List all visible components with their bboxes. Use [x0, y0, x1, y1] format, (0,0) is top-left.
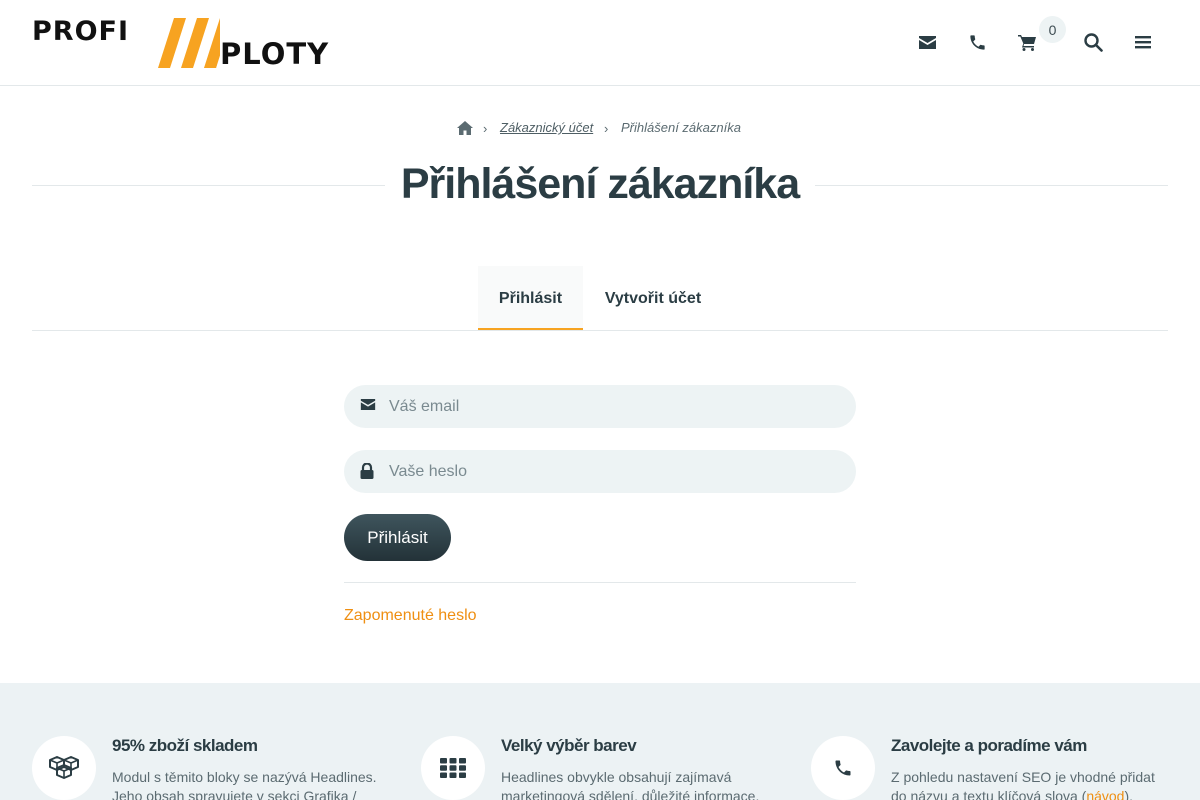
headline-text: Headlines obvykle obsahují zajímavá mark…	[501, 769, 760, 800]
headline-title: Zavolejte a poradíme vám	[891, 736, 1087, 755]
headline-title: 95% zboží skladem	[112, 736, 258, 755]
email-input[interactable]	[389, 385, 839, 428]
cart-icon[interactable]	[1015, 30, 1039, 54]
envelope-icon[interactable]	[915, 30, 939, 54]
site-logo[interactable]: PROFI PLOTY	[32, 16, 352, 71]
site-header: PROFI PLOTY 0	[0, 0, 1200, 86]
headline-text: Z pohledu nastavení SEO je vhodné přidat…	[891, 768, 1171, 800]
headline-text-part: ).	[1124, 788, 1134, 800]
forgot-password-link[interactable]: Zapomenuté heslo	[344, 607, 477, 625]
breadcrumb: › Zákaznický účet › Přihlášení zákazníka	[0, 118, 1200, 140]
boxes-icon	[32, 736, 96, 800]
headline-title: Velký výběr barev	[501, 736, 637, 755]
breadcrumb-separator: ›	[483, 121, 488, 136]
tabs-divider	[32, 330, 1168, 331]
guide-link[interactable]: návod	[1086, 788, 1124, 800]
headline-text: Modul s těmito bloky se nazývá Headlines…	[112, 769, 377, 800]
headlines-section: 95% zboží skladem Modul s těmito bloky s…	[0, 683, 1200, 800]
phone-icon[interactable]	[965, 30, 989, 54]
logo-word-ploty: PLOTY	[220, 37, 330, 71]
phone-icon	[811, 736, 875, 800]
search-icon[interactable]	[1081, 30, 1105, 54]
menu-icon[interactable]	[1131, 30, 1155, 54]
lock-icon	[360, 462, 377, 480]
logo-slashes	[158, 18, 220, 68]
password-input[interactable]	[389, 450, 839, 493]
grid-icon	[421, 736, 485, 800]
breadcrumb-current: Přihlášení zákazníka	[621, 120, 741, 135]
password-field[interactable]	[344, 450, 856, 493]
login-button[interactable]: Přihlásit	[344, 514, 451, 561]
tab-login[interactable]: Přihlásit	[478, 266, 583, 331]
breadcrumb-link-account[interactable]: Zákaznický účet	[500, 120, 593, 135]
tab-create-account[interactable]: Vytvořit účet	[590, 266, 716, 331]
cart-count-badge[interactable]: 0	[1039, 16, 1066, 43]
email-field[interactable]	[344, 385, 856, 428]
page-title: Přihlášení zákazníka	[400, 160, 800, 208]
form-divider	[344, 582, 856, 583]
breadcrumb-separator: ›	[604, 121, 609, 136]
logo-word-profi: PROFI	[32, 16, 130, 47]
home-icon[interactable]	[457, 121, 473, 140]
envelope-icon	[360, 398, 377, 415]
